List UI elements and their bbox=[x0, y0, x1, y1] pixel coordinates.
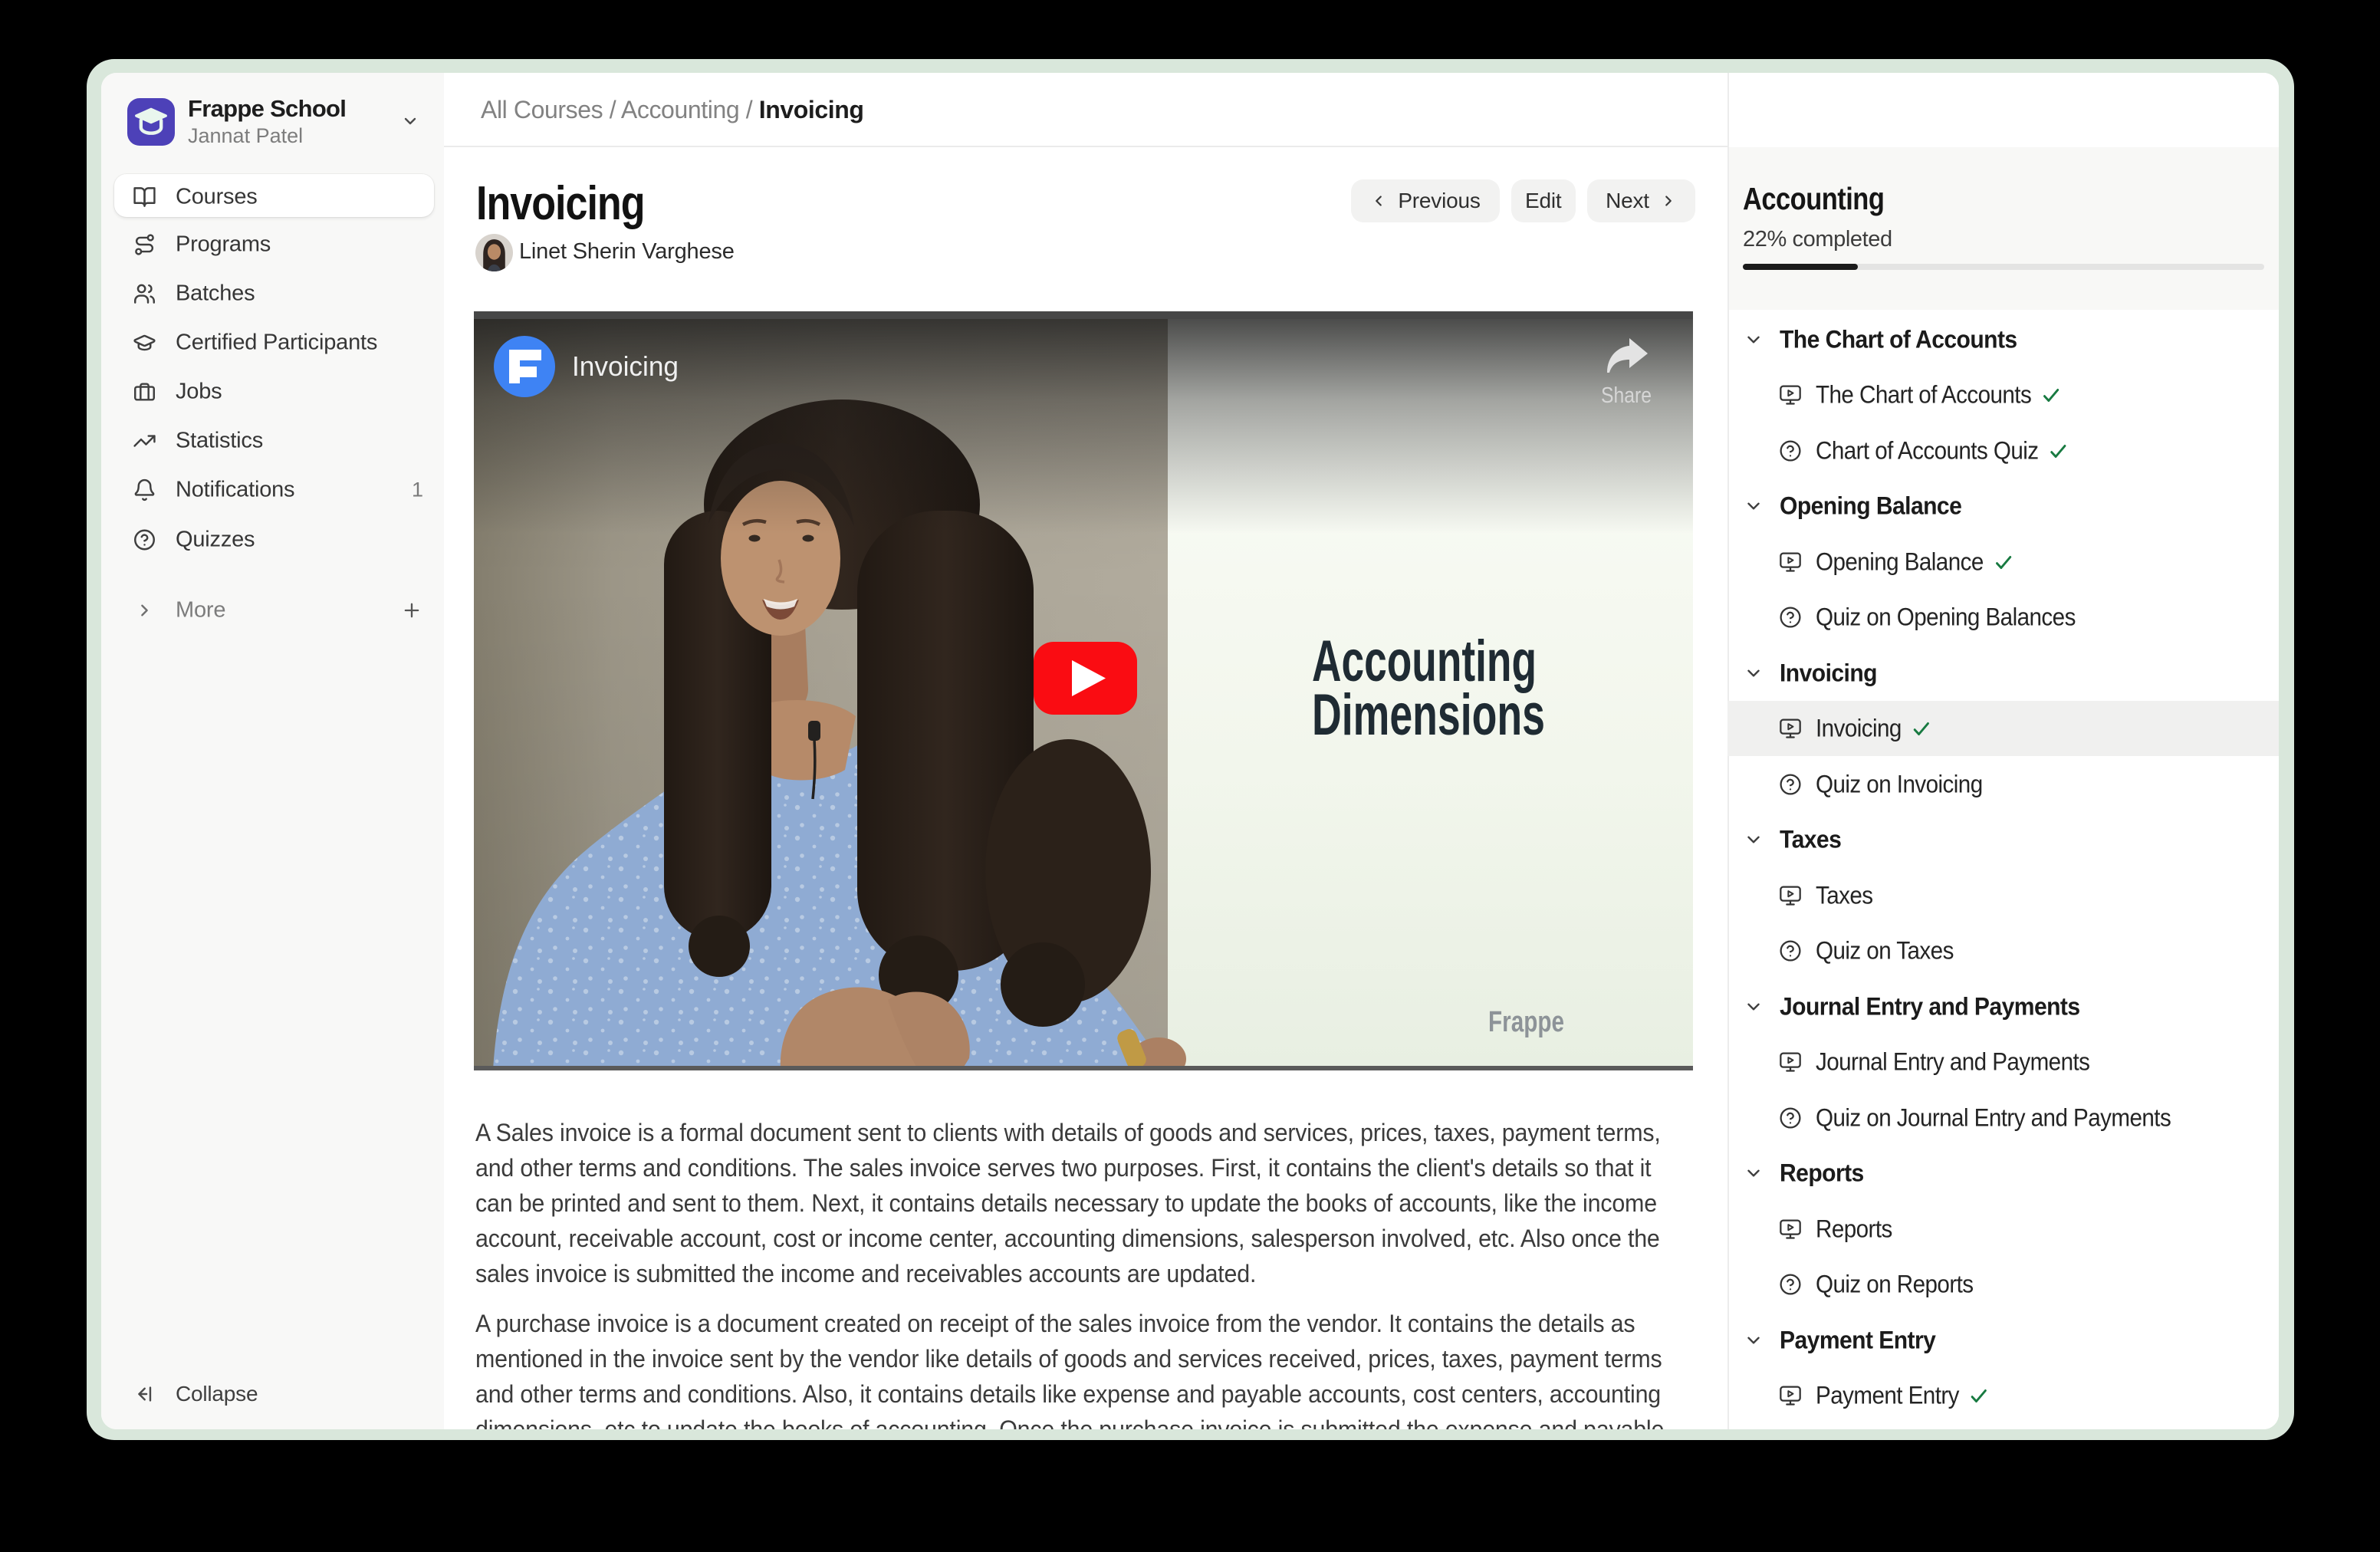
svg-text:Invoicing: Invoicing bbox=[572, 350, 679, 382]
svg-text:Share: Share bbox=[1601, 383, 1652, 408]
svg-text:Frappe: Frappe bbox=[1488, 1006, 1564, 1038]
svg-text:Dimensions: Dimensions bbox=[1312, 682, 1545, 748]
